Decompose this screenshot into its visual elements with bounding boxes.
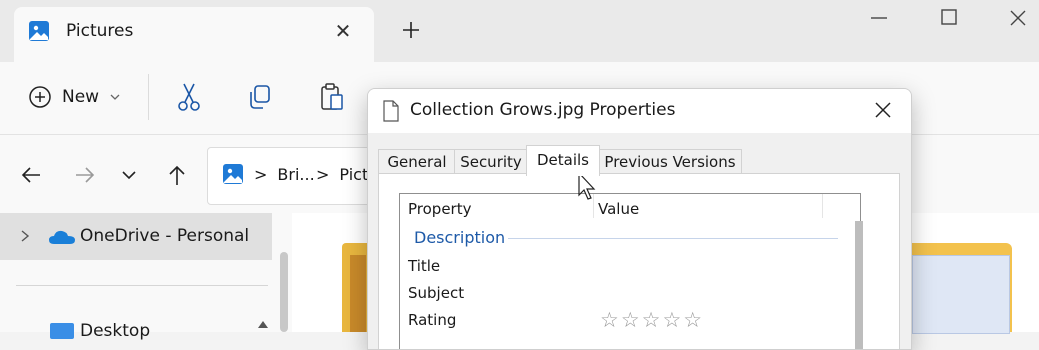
dialog-title: Collection Grows.jpg Properties (410, 100, 676, 120)
nav-item-onedrive[interactable]: OneDrive - Personal (0, 213, 272, 260)
paste-icon[interactable] (319, 82, 345, 112)
rating-stars[interactable]: ☆☆☆☆☆ (600, 308, 704, 332)
property-row-rating[interactable]: Rating (408, 311, 456, 329)
tab-security[interactable]: Security (454, 149, 528, 174)
scroll-up-arrow-icon[interactable] (257, 319, 269, 329)
property-row-title[interactable]: Title (408, 257, 440, 275)
breadcrumb-label: Bri... (277, 165, 315, 184)
breadcrumb-item[interactable]: > Bri... (254, 165, 315, 184)
chevron-right-icon[interactable] (18, 227, 32, 245)
column-header-property[interactable]: Property (408, 200, 471, 218)
nav-item-label: OneDrive - Personal (80, 226, 250, 246)
new-button[interactable]: New (28, 82, 121, 112)
plus-circle-icon (29, 86, 51, 108)
maximize-icon[interactable] (938, 6, 960, 28)
command-separator (148, 74, 149, 120)
recent-locations-chevron-icon[interactable] (118, 165, 140, 185)
new-label: New (62, 87, 100, 107)
nav-scrollbar[interactable] (280, 252, 288, 332)
details-panel: Property Value Description Title Subject… (378, 173, 900, 349)
new-tab-button[interactable] (398, 17, 424, 43)
desktop-icon (50, 323, 74, 339)
tab-title: Pictures (66, 21, 134, 41)
navigation-pane: OneDrive - Personal Desktop (0, 213, 292, 341)
forward-arrow-icon[interactable] (72, 162, 98, 188)
tab-pictures[interactable]: Pictures ✕ (14, 7, 374, 62)
column-separator[interactable] (822, 194, 823, 218)
folder-preview-image (912, 255, 1010, 334)
dialog-close-icon[interactable] (872, 99, 894, 121)
folder-preview-image (350, 255, 366, 332)
file-icon (383, 100, 399, 122)
cut-icon[interactable] (176, 82, 202, 112)
pictures-icon (29, 21, 49, 41)
copy-icon[interactable] (247, 82, 273, 112)
property-row-subject[interactable]: Subject (408, 284, 464, 302)
minimize-icon[interactable] (866, 8, 892, 28)
back-arrow-icon[interactable] (18, 162, 44, 188)
group-header-line (508, 238, 838, 239)
nav-item-desktop[interactable]: Desktop (50, 321, 250, 341)
tab-details[interactable]: Details (526, 145, 600, 176)
nav-divider (16, 285, 268, 286)
properties-dialog: Collection Grows.jpg Properties General … (367, 88, 912, 350)
nav-item-label: Desktop (80, 321, 151, 341)
details-list[interactable]: Property Value Description Title Subject… (399, 193, 863, 349)
close-window-icon[interactable] (1006, 6, 1030, 30)
tab-close-button[interactable]: ✕ (330, 18, 356, 44)
up-arrow-icon[interactable] (164, 162, 190, 188)
tab-general[interactable]: General (378, 149, 456, 174)
title-bar: Pictures ✕ (0, 0, 1039, 62)
dialog-title-bar: Collection Grows.jpg Properties (368, 89, 911, 133)
details-scrollbar[interactable] (855, 221, 863, 349)
chevron-down-icon (110, 94, 120, 100)
mouse-cursor-icon (578, 172, 596, 200)
tab-previous-versions[interactable]: Previous Versions (598, 149, 742, 174)
column-header-value[interactable]: Value (598, 200, 639, 218)
pictures-icon (223, 164, 243, 184)
onedrive-cloud-icon (49, 230, 75, 244)
breadcrumb-separator: > (254, 165, 268, 184)
breadcrumb-separator: > (316, 165, 330, 184)
group-header-description: Description (414, 228, 506, 247)
